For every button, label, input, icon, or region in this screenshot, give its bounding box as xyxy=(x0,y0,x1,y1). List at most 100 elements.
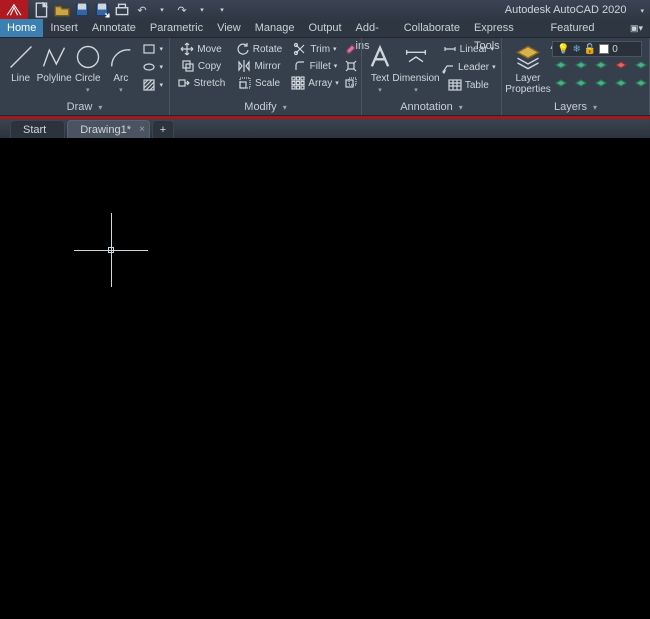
doctab-drawing1[interactable]: Drawing1* × xyxy=(67,120,150,138)
chevron-down-icon: ▾ xyxy=(119,86,123,94)
tab-express-tools[interactable]: Express Tools xyxy=(467,19,544,37)
redo-icon[interactable]: ↷ xyxy=(174,2,190,18)
explode-button[interactable] xyxy=(342,58,360,74)
panel-layers: Layer Properties 💡 ❄ 🔓 0 xyxy=(502,38,650,115)
close-icon[interactable]: × xyxy=(139,124,145,135)
copy-icon xyxy=(181,59,195,73)
dimension-icon xyxy=(402,43,430,71)
explode-icon xyxy=(344,59,358,73)
ribbon-tabs: Home Insert Annotate Parametric View Man… xyxy=(0,20,650,38)
layer-tool-button[interactable] xyxy=(552,77,570,93)
hatch-button[interactable]: ▾ xyxy=(140,77,165,93)
ellipse-button[interactable]: ▾ xyxy=(140,59,165,75)
layer-tool-button[interactable] xyxy=(572,59,590,75)
lock-icon: 🔓 xyxy=(584,44,596,55)
drawing-canvas[interactable] xyxy=(0,139,650,619)
text-button[interactable]: Text ▾ xyxy=(366,41,394,96)
signin-dropdown-icon[interactable]: ▾ xyxy=(640,4,644,16)
trim-icon xyxy=(293,42,307,56)
new-icon[interactable] xyxy=(34,2,50,18)
fillet-button[interactable]: Fillet▾ xyxy=(290,58,340,74)
move-icon xyxy=(180,42,194,56)
move-button[interactable]: Move xyxy=(174,41,228,57)
layer-tool-button[interactable] xyxy=(632,59,650,75)
layers-icon xyxy=(514,43,542,71)
layer-properties-button[interactable]: Layer Properties xyxy=(506,41,550,97)
panel-expand-icon[interactable] xyxy=(591,101,597,113)
offset-icon xyxy=(344,76,358,90)
undo-icon[interactable]: ↶ xyxy=(134,2,150,18)
arc-button[interactable]: Arc ▾ xyxy=(104,41,137,96)
tab-addins[interactable]: Add-ins xyxy=(349,19,397,37)
offset-button[interactable] xyxy=(342,75,360,91)
tab-manage[interactable]: Manage xyxy=(248,19,302,37)
layer-tool-button[interactable] xyxy=(572,77,590,93)
bulb-icon: 💡 xyxy=(557,44,569,55)
leader-icon xyxy=(441,60,455,74)
line-button[interactable]: Line xyxy=(4,41,37,86)
tab-output[interactable]: Output xyxy=(302,19,349,37)
rotate-button[interactable]: Rotate xyxy=(230,41,288,57)
layer-tool-button[interactable] xyxy=(552,59,570,75)
document-tabs: Start Drawing1* × + xyxy=(0,119,650,139)
layer-tool-button[interactable] xyxy=(612,59,630,75)
tab-annotate[interactable]: Annotate xyxy=(85,19,143,37)
layer-selector[interactable]: 💡 ❄ 🔓 0 xyxy=(552,41,642,57)
polyline-icon xyxy=(40,43,68,71)
trim-button[interactable]: Trim▾ xyxy=(290,41,340,57)
panel-annotation: Text ▾ Dimension ▾ Linear▾ Leader▾ Table… xyxy=(362,38,502,115)
redo-dropdown-icon[interactable]: ▾ xyxy=(194,2,210,18)
tab-featured-apps[interactable]: Featured Apps xyxy=(543,19,623,37)
title-bar: ↶ ▾ ↷ ▾ ▾ Autodesk AutoCAD 2020 ▾ xyxy=(0,0,650,20)
copy-button[interactable]: Copy xyxy=(174,58,228,74)
undo-dropdown-icon[interactable]: ▾ xyxy=(154,2,170,18)
app-title: Autodesk AutoCAD 2020 xyxy=(505,4,627,16)
scale-button[interactable]: Scale xyxy=(230,75,288,91)
stretch-button[interactable]: Stretch xyxy=(174,75,228,91)
mirror-icon xyxy=(237,59,251,73)
doctab-new[interactable]: + xyxy=(152,120,174,138)
layer-tool-button[interactable] xyxy=(632,77,650,93)
saveas-icon[interactable] xyxy=(94,2,110,18)
layer-tool-button[interactable] xyxy=(592,77,610,93)
arc-icon xyxy=(107,43,135,71)
table-button[interactable]: Table xyxy=(439,77,498,93)
qat-customize-icon[interactable]: ▾ xyxy=(214,2,230,18)
tab-view[interactable]: View xyxy=(210,19,248,37)
tab-collaborate[interactable]: Collaborate xyxy=(397,19,467,37)
layer-tool-button[interactable] xyxy=(592,59,610,75)
scale-icon xyxy=(238,76,252,90)
rotate-icon xyxy=(236,42,250,56)
dimension-button[interactable]: Dimension ▾ xyxy=(394,41,438,96)
ribbon-minimize-icon[interactable]: ▣▾ xyxy=(623,19,650,37)
ribbon: Line Polyline Circle ▾ Arc ▾ ▾ ▾ ▾ Dr xyxy=(0,38,650,116)
rectangle-button[interactable]: ▾ xyxy=(140,41,165,57)
leader-button[interactable]: Leader▾ xyxy=(439,59,498,75)
plot-icon[interactable] xyxy=(114,2,130,18)
erase-button[interactable] xyxy=(342,41,360,57)
mirror-button[interactable]: Mirror xyxy=(230,58,288,74)
panel-expand-icon[interactable] xyxy=(96,101,102,113)
tab-home[interactable]: Home xyxy=(0,19,43,37)
layer-tool-button[interactable] xyxy=(612,77,630,93)
panel-expand-icon[interactable] xyxy=(457,101,463,113)
polyline-button[interactable]: Polyline xyxy=(37,41,71,86)
panel-expand-icon[interactable] xyxy=(281,101,287,113)
line-icon xyxy=(7,43,35,71)
linear-icon xyxy=(443,42,457,56)
stretch-icon xyxy=(177,76,191,90)
tab-insert[interactable]: Insert xyxy=(43,19,85,37)
table-icon xyxy=(448,78,462,92)
doctab-start[interactable]: Start xyxy=(10,120,65,138)
circle-button[interactable]: Circle ▾ xyxy=(71,41,104,96)
chevron-down-icon: ▾ xyxy=(414,86,418,94)
tab-parametric[interactable]: Parametric xyxy=(143,19,210,37)
app-logo-icon[interactable] xyxy=(0,0,28,20)
linear-button[interactable]: Linear▾ xyxy=(439,41,498,57)
array-button[interactable]: Array▾ xyxy=(290,75,340,91)
erase-icon xyxy=(344,42,358,56)
save-icon[interactable] xyxy=(74,2,90,18)
open-icon[interactable] xyxy=(54,2,70,18)
chevron-down-icon: ▾ xyxy=(378,86,382,94)
sun-icon: ❄ xyxy=(572,44,580,55)
